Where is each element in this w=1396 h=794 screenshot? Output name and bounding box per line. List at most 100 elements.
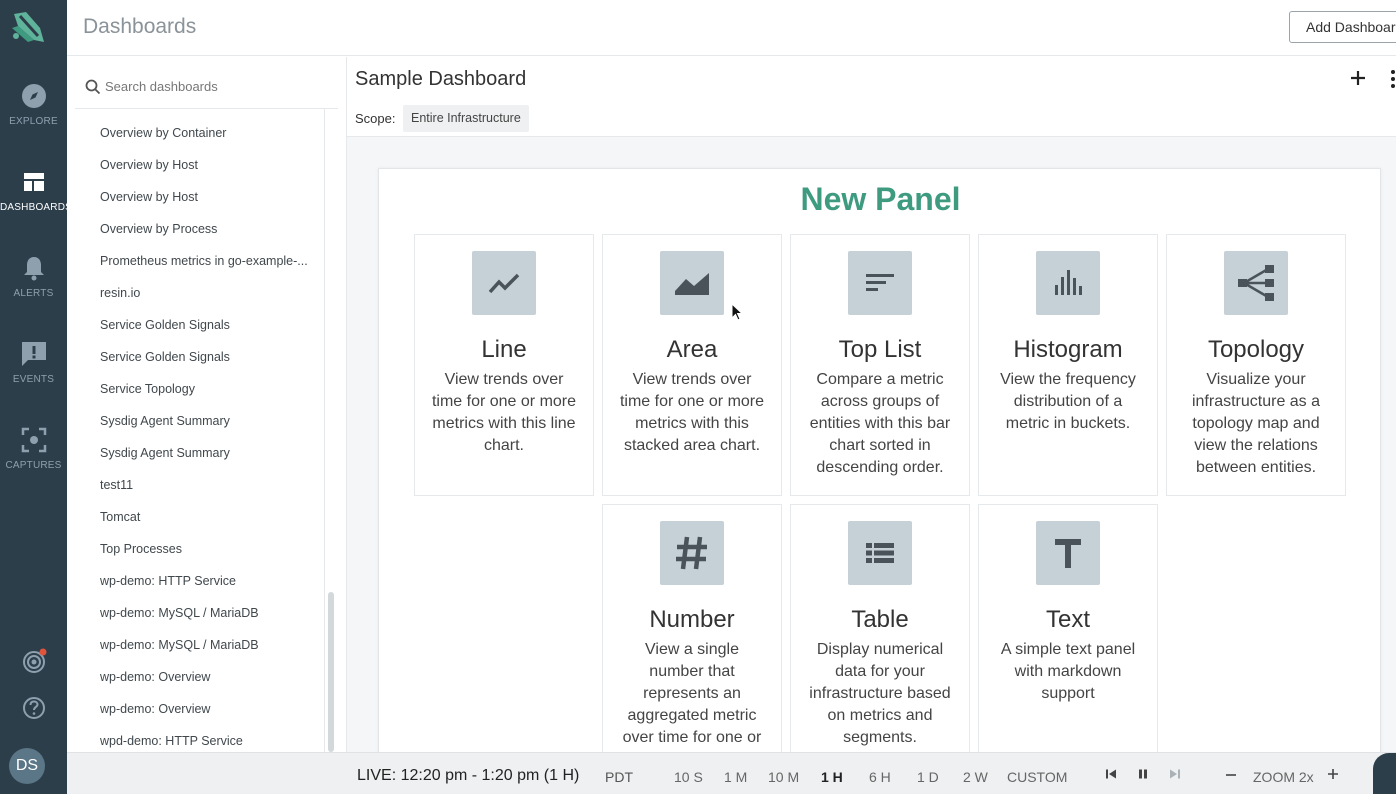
rail-events[interactable]: EVENTS — [0, 340, 67, 410]
rail-alerts[interactable]: ALERTS — [0, 254, 67, 324]
list-item[interactable]: Service Golden Signals — [67, 341, 325, 373]
rail-label: EVENTS — [12, 374, 55, 385]
tile-name: Area — [666, 336, 718, 363]
capture-icon — [21, 427, 46, 453]
tile-description: Visualize your infrastructure as a topol… — [1191, 371, 1321, 476]
list-item[interactable]: Sysdig Agent Summary — [67, 405, 325, 437]
panel-type-line[interactable]: Line View trends over time for one or mo… — [414, 234, 594, 496]
time-range-custom[interactable]: CUSTOM — [1007, 769, 1067, 785]
list-item[interactable]: resin.io — [67, 277, 325, 309]
search-input[interactable] — [105, 74, 325, 98]
list-item[interactable]: Top Processes — [67, 533, 325, 565]
scope-label: Scope: — [355, 111, 396, 126]
rail-dashboards[interactable]: DASHBOARDS — [0, 168, 73, 238]
rail-label: CAPTURES — [5, 460, 62, 471]
list-item[interactable]: Overview by Host — [67, 149, 325, 181]
list-item[interactable]: test11 — [67, 469, 325, 501]
dashboard-main: Sample Dashboard Scope: Entire Infrastru… — [347, 57, 1396, 768]
zoom-out-icon[interactable] — [1225, 770, 1237, 780]
sysdig-logo-icon[interactable] — [6, 6, 48, 48]
list-item[interactable]: Overview by Process — [67, 213, 325, 245]
panel-type-topology[interactable]: Topology Visualize your infrastructure a… — [1166, 234, 1346, 496]
list-item[interactable]: wp-demo: HTTP Service — [67, 565, 325, 597]
time-range-6h[interactable]: 6 H — [869, 769, 891, 785]
tile-name: Number — [649, 606, 735, 633]
dashboard-list: Overview by Container Overview by Host Ove… — [67, 117, 325, 757]
panel-type-number[interactable]: Number View a single number that represe… — [602, 504, 782, 766]
list-item[interactable]: Tomcat — [67, 501, 325, 533]
topology-icon — [1224, 251, 1288, 315]
skip-back-icon[interactable] — [1105, 768, 1117, 780]
tile-description: Compare a metric across groups of entiti… — [809, 371, 951, 476]
scrollbar-track — [324, 109, 325, 752]
panel-type-table[interactable]: Table Display numerical data for your in… — [790, 504, 970, 766]
list-item[interactable]: wp-demo: Overview — [67, 661, 325, 693]
time-range-10s[interactable]: 10 S — [674, 769, 703, 785]
panel-type-top-list[interactable]: Top List Compare a metric across groups … — [790, 234, 970, 496]
time-range-2w[interactable]: 2 W — [963, 769, 988, 785]
panel-title: New Panel — [800, 181, 961, 217]
time-range-1d[interactable]: 1 D — [917, 769, 939, 785]
compass-icon — [21, 84, 46, 108]
tile-description: A simple text panel with markdown suppor… — [1000, 641, 1136, 702]
app-root: EXPLORE DASHBOARDS ALERTS EVENTS CAPTURE… — [0, 0, 1396, 794]
tile-name: Line — [481, 336, 527, 363]
rail-captures[interactable]: CAPTURES — [0, 426, 67, 496]
help-icon — [22, 697, 45, 719]
tile-name: Text — [1045, 606, 1090, 633]
notification-radar-icon — [22, 648, 46, 673]
list-item[interactable]: Service Topology — [67, 373, 325, 405]
number-icon — [660, 521, 724, 585]
help-button[interactable] — [0, 694, 67, 727]
dashboard-title: Sample Dashboard — [355, 68, 527, 90]
skip-forward-icon[interactable] — [1169, 768, 1181, 780]
list-item[interactable]: wp-demo: MySQL / MariaDB — [67, 597, 325, 629]
list-item[interactable]: Service Golden Signals — [67, 309, 325, 341]
list-item[interactable]: wp-demo: MySQL / MariaDB — [67, 629, 325, 661]
list-item[interactable]: Sysdig Agent Summary — [67, 437, 325, 469]
list-item[interactable]: Overview by Host — [67, 181, 325, 213]
tile-name: Topology — [1207, 336, 1305, 363]
scope-selector[interactable]: Entire Infrastructure — [403, 105, 529, 132]
new-panel-card: New Panel Line View trends over time for… — [378, 168, 1381, 768]
top-list-icon — [848, 251, 912, 315]
event-icon — [21, 342, 46, 366]
zoom-level: ZOOM 2x — [1253, 769, 1314, 785]
panel-type-text[interactable]: Text A simple text panel with markdown s… — [978, 504, 1158, 766]
scrollbar-thumb[interactable] — [328, 592, 334, 752]
list-item[interactable]: Overview by Container — [67, 117, 325, 149]
panel-type-area[interactable]: Area View trends over time for one or mo… — [602, 234, 782, 496]
tile-description: View the frequency distribution of a met… — [1000, 371, 1136, 432]
search-icon — [85, 79, 101, 95]
search-bar — [75, 57, 338, 109]
time-range-10m[interactable]: 10 M — [768, 769, 799, 785]
tile-description: View trends over time for one or more me… — [619, 371, 765, 454]
text-icon — [1036, 521, 1100, 585]
chat-widget-button[interactable] — [1373, 753, 1396, 794]
notifications-button[interactable] — [0, 648, 67, 681]
table-icon — [848, 521, 912, 585]
pause-icon[interactable] — [1137, 768, 1149, 780]
bell-icon — [23, 257, 44, 281]
timezone-label[interactable]: PDT — [605, 769, 633, 785]
more-options-icon[interactable] — [1390, 69, 1396, 89]
add-dashboard-button[interactable]: Add Dashboard — [1289, 11, 1396, 43]
time-navigation-bar: LIVE: 12:20 pm - 1:20 pm (1 H) PDT 10 S … — [67, 752, 1396, 794]
live-time-range: LIVE: 12:20 pm - 1:20 pm (1 H) — [357, 767, 580, 784]
time-range-1m[interactable]: 1 M — [724, 769, 747, 785]
user-avatar[interactable]: DS — [9, 748, 45, 784]
zoom-in-icon[interactable] — [1327, 768, 1339, 780]
add-panel-icon[interactable] — [1349, 69, 1367, 87]
tile-name: Histogram — [1013, 336, 1123, 363]
list-item[interactable]: Prometheus metrics in go-example-... — [67, 245, 325, 277]
rail-label: EXPLORE — [9, 116, 58, 127]
rail-label: DASHBOARDS — [0, 202, 73, 213]
rail-explore[interactable]: EXPLORE — [0, 82, 67, 152]
mouse-cursor-icon — [731, 303, 743, 321]
tile-name: Table — [851, 606, 909, 633]
time-range-1h[interactable]: 1 H — [821, 769, 843, 785]
tile-name: Top List — [838, 336, 922, 363]
list-item[interactable]: wp-demo: Overview — [67, 693, 325, 725]
panel-type-histogram[interactable]: Histogram View the frequency distributio… — [978, 234, 1158, 496]
rail-label: ALERTS — [13, 288, 54, 299]
